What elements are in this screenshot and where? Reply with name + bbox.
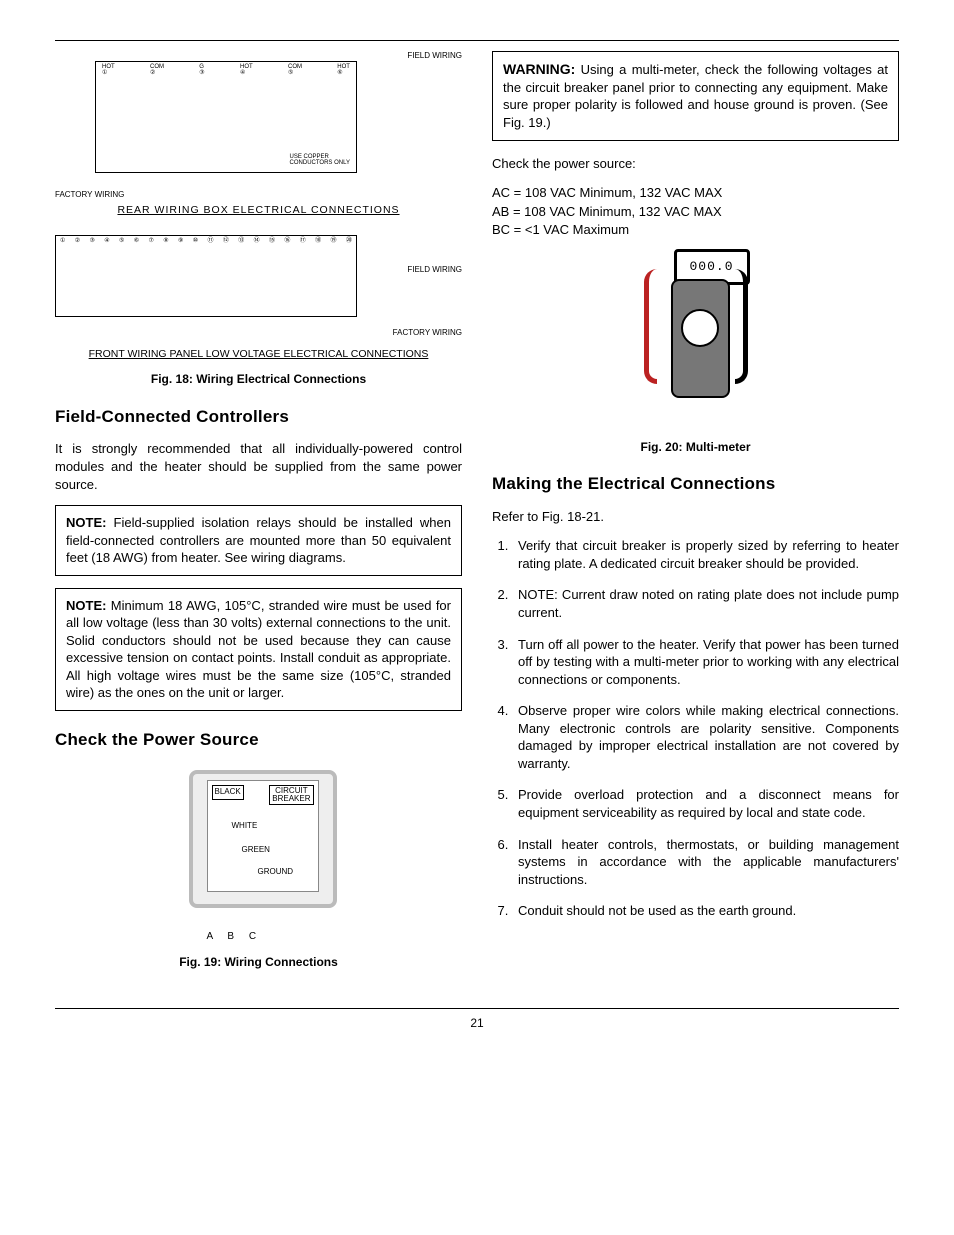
fig18-rear-caption: REAR WIRING BOX ELECTRICAL CONNECTIONS bbox=[55, 203, 462, 217]
page-number: 21 bbox=[55, 1015, 899, 1031]
note1-label: NOTE: bbox=[66, 515, 106, 530]
note2-body: Minimum 18 AWG, 105°C, stranded wire mus… bbox=[66, 598, 451, 701]
use-copper-label: USE COPPERCONDUCTORS ONLY bbox=[290, 154, 350, 166]
warning-label: WARNING: bbox=[503, 61, 575, 77]
fig19-caption: Fig. 19: Wiring Connections bbox=[55, 954, 462, 970]
step-3: Turn off all power to the heater. Verify… bbox=[512, 636, 899, 689]
note2-label: NOTE: bbox=[66, 598, 106, 613]
label-white: WHITE bbox=[232, 821, 258, 832]
step-4: Observe proper wire colors while making … bbox=[512, 702, 899, 772]
step-5: Provide overload protection and a discon… bbox=[512, 786, 899, 821]
para-refer: Refer to Fig. 18-21. bbox=[492, 508, 899, 526]
front-wiring-panel: ①②③④⑤⑥⑦⑧⑨⑩⑪⑫⑬⑭⑮⑯⑰⑱⑲⑳ bbox=[55, 235, 357, 317]
fig18-front-diagram: ①②③④⑤⑥⑦⑧⑨⑩⑪⑫⑬⑭⑮⑯⑰⑱⑲⑳ FIELD WIRING FACTOR… bbox=[55, 225, 462, 345]
top-rule bbox=[55, 40, 899, 41]
voltage-bc: BC = <1 VAC Maximum bbox=[492, 221, 899, 239]
voltage-list: AC = 108 VAC Minimum, 132 VAC MAX AB = 1… bbox=[492, 184, 899, 239]
step-7: Conduit should not be used as the earth … bbox=[512, 902, 899, 920]
label-circuit-breaker: CIRCUITBREAKER bbox=[269, 785, 313, 805]
para-check-source: Check the power source: bbox=[492, 155, 899, 173]
voltage-ac: AC = 108 VAC Minimum, 132 VAC MAX bbox=[492, 184, 899, 202]
fig18-caption: Fig. 18: Wiring Electrical Connections bbox=[55, 371, 462, 387]
steps-list: Verify that circuit breaker is properly … bbox=[492, 537, 899, 919]
rear-wiring-box: HOT①COM②G③HOT④COM⑤HOT⑥ USE COPPERCONDUCT… bbox=[95, 61, 357, 173]
note-box-1: NOTE: Field-supplied isolation relays sh… bbox=[55, 505, 462, 576]
two-column-layout: FIELD WIRING HOT①COM②G③HOT④COM⑤HOT⑥ USE … bbox=[55, 51, 899, 988]
label-ground: GROUND bbox=[258, 867, 294, 878]
heading-making-connections: Making the Electrical Connections bbox=[492, 473, 899, 496]
step-6: Install heater controls, thermostats, or… bbox=[512, 836, 899, 889]
para-field-controllers: It is strongly recommended that all indi… bbox=[55, 440, 462, 493]
heading-check-power: Check the Power Source bbox=[55, 729, 462, 752]
fig20-caption: Fig. 20: Multi-meter bbox=[492, 439, 899, 455]
label-green: GREEN bbox=[242, 845, 270, 856]
label-abc: A B C bbox=[207, 930, 263, 944]
fig18-front-caption: FRONT WIRING PANEL LOW VOLTAGE ELECTRICA… bbox=[55, 347, 462, 361]
terminal-numbers: ①②③④⑤⑥⑦⑧⑨⑩⑪⑫⑬⑭⑮⑯⑰⑱⑲⑳ bbox=[60, 238, 352, 244]
right-column: WARNING: Using a multi-meter, check the … bbox=[492, 51, 899, 988]
step-1: Verify that circuit breaker is properly … bbox=[512, 537, 899, 572]
factory-wiring-label: FACTORY WIRING bbox=[55, 190, 124, 201]
bottom-rule bbox=[55, 1008, 899, 1009]
heading-field-controllers: Field-Connected Controllers bbox=[55, 406, 462, 429]
voltage-ab: AB = 108 VAC Minimum, 132 VAC MAX bbox=[492, 203, 899, 221]
fig18-rear-diagram: FIELD WIRING HOT①COM②G③HOT④COM⑤HOT⑥ USE … bbox=[55, 51, 462, 201]
warning-box: WARNING: Using a multi-meter, check the … bbox=[492, 51, 899, 141]
note-box-2: NOTE: Minimum 18 AWG, 105°C, stranded wi… bbox=[55, 588, 462, 711]
terminal-labels-top: HOT①COM②G③HOT④COM⑤HOT⑥ bbox=[102, 64, 350, 76]
note1-body: Field-supplied isolation relays should b… bbox=[66, 515, 451, 565]
field-wiring-label-2: FIELD WIRING bbox=[407, 265, 462, 276]
step-2: NOTE: Current draw noted on rating plate… bbox=[512, 586, 899, 621]
factory-wiring-label-2: FACTORY WIRING bbox=[393, 328, 462, 339]
label-black: BLACK bbox=[212, 785, 244, 800]
fig20-diagram: 000.0 bbox=[636, 249, 756, 429]
field-wiring-label: FIELD WIRING bbox=[407, 51, 462, 62]
left-column: FIELD WIRING HOT①COM②G③HOT④COM⑤HOT⑥ USE … bbox=[55, 51, 462, 988]
fig19-diagram: BLACK CIRCUITBREAKER WHITE GREEN GROUND … bbox=[179, 764, 339, 944]
